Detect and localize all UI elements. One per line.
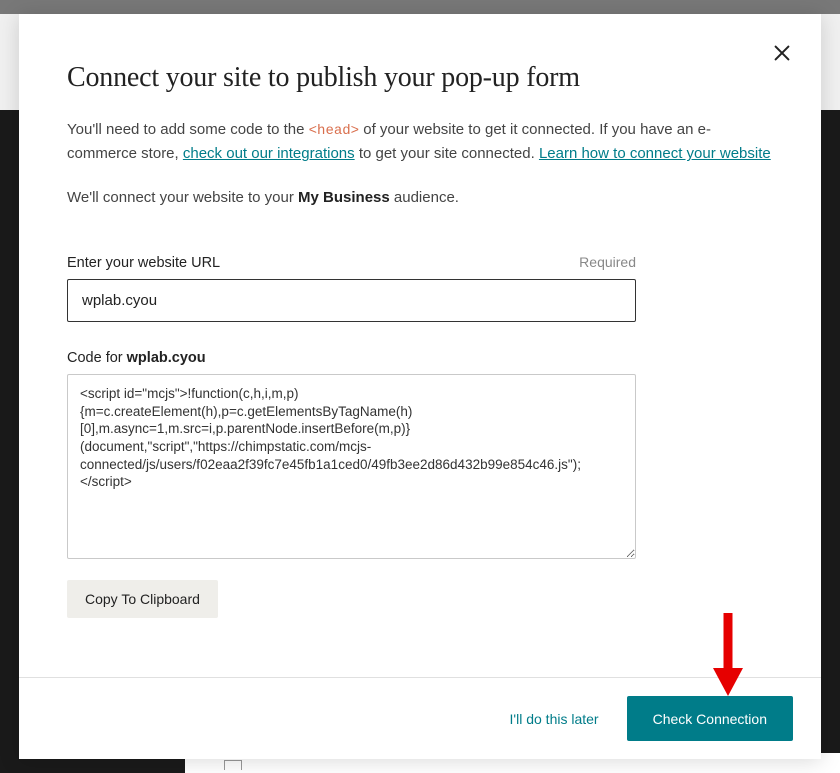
code-label-prefix: Code for (67, 350, 127, 366)
url-label: Enter your website URL (67, 255, 220, 271)
learn-connect-link[interactable]: Learn how to connect your website (539, 145, 771, 162)
intro-text-1: You'll need to add some code to the (67, 121, 309, 138)
page-background-top (0, 0, 840, 14)
modal-body: Connect your site to publish your pop-up… (19, 14, 821, 677)
business-name: My Business (298, 189, 390, 206)
embed-code-textarea[interactable] (67, 374, 636, 559)
intro-paragraph-2: We'll connect your website to your My Bu… (67, 186, 773, 210)
code-label-row: Code for wplab.cyou (67, 350, 636, 366)
integrations-link[interactable]: check out our integrations (183, 145, 355, 162)
url-label-row: Enter your website URL Required (67, 254, 636, 271)
connect-text-1: We'll connect your website to your (67, 189, 298, 206)
connect-site-modal: Connect your site to publish your pop-up… (19, 14, 821, 759)
url-section: Enter your website URL Required (67, 254, 773, 322)
required-indicator: Required (579, 254, 636, 270)
code-label-domain: wplab.cyou (127, 350, 206, 366)
modal-footer: I'll do this later Check Connection (19, 677, 821, 759)
code-label: Code for wplab.cyou (67, 350, 206, 366)
connect-text-2: audience. (390, 189, 459, 206)
close-icon (771, 42, 793, 64)
check-connection-button[interactable]: Check Connection (627, 696, 793, 741)
modal-title: Connect your site to publish your pop-up… (67, 62, 773, 94)
website-url-input[interactable] (67, 279, 636, 322)
head-tag-code: <head> (309, 123, 359, 139)
code-section: Code for wplab.cyou Copy To Clipboard (67, 350, 773, 618)
do-later-link[interactable]: I'll do this later (510, 711, 599, 727)
background-checkbox-fragment (224, 760, 242, 770)
intro-text-3: to get your site connected. (355, 145, 539, 162)
copy-clipboard-button[interactable]: Copy To Clipboard (67, 580, 218, 618)
close-button[interactable] (771, 42, 793, 64)
intro-paragraph-1: You'll need to add some code to the <hea… (67, 118, 773, 166)
